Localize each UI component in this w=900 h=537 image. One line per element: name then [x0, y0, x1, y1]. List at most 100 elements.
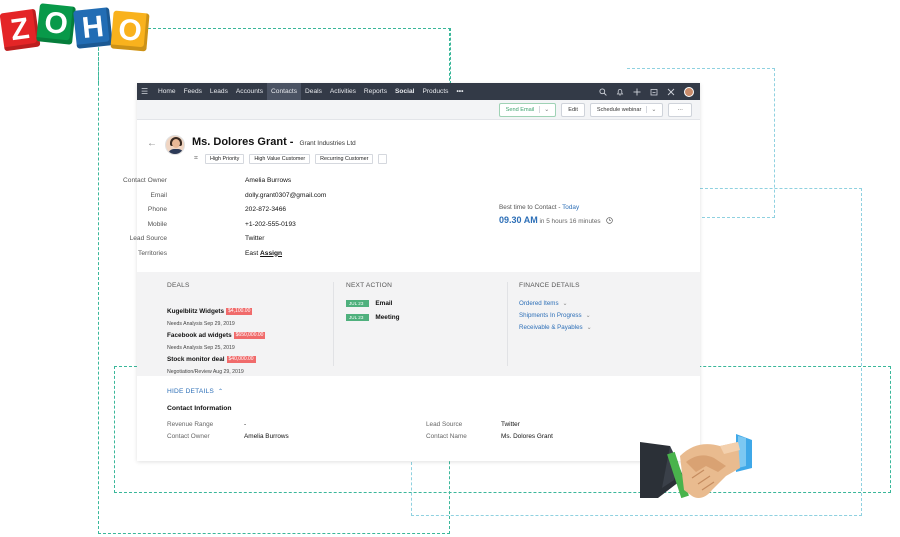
action-toolbar: Send Email ⌄ Edit Schedule webinar ⌄ ···	[137, 100, 700, 120]
next-action-label: Email	[375, 300, 393, 307]
field-value[interactable]: dolly.grant0307@gmail.com	[245, 192, 326, 199]
finance-ordered-items[interactable]: Ordered Items ⌄	[519, 300, 568, 307]
detail-revenue-range: Revenue Range -	[167, 421, 387, 428]
detail-label: Lead Source	[426, 421, 463, 428]
nav-more[interactable]: •••	[452, 83, 467, 100]
next-action-item[interactable]: JUL 23 Email	[346, 300, 392, 307]
field-label: Territories	[138, 249, 167, 257]
column-divider	[507, 282, 508, 366]
chevron-down-icon[interactable]: ⌄	[646, 106, 656, 113]
deal-name: Facebook ad widgets	[167, 332, 232, 339]
calendar-icon[interactable]	[650, 88, 658, 96]
zoho-logo: Z O H O	[0, 3, 152, 52]
add-tag-button[interactable]	[378, 154, 388, 164]
send-email-button[interactable]: Send Email ⌄	[498, 102, 557, 117]
nav-deals[interactable]: Deals	[301, 83, 326, 100]
schedule-webinar-button[interactable]: Schedule webinar ⌄	[589, 102, 664, 117]
field-value: East Assign	[245, 250, 282, 257]
top-navigation: ☰ Home Feeds Leads Accounts Contacts Dea…	[137, 83, 700, 100]
nav-home[interactable]: Home	[154, 83, 180, 100]
name-separator: -	[286, 136, 297, 148]
clock-icon	[606, 216, 613, 226]
detail-value: -	[244, 421, 247, 428]
territory-value: East	[245, 249, 259, 257]
hide-details-toggle[interactable]: HIDE DETAILS ⌃	[167, 388, 223, 395]
contact-name-title: Ms. Dolores Grant - Grant Industries Ltd	[192, 136, 356, 148]
tools-icon[interactable]	[667, 88, 675, 96]
tag-list: ⌗ High Priority High Value Customer Recu…	[194, 154, 388, 164]
field-value: Amelia Burrows	[245, 177, 292, 184]
finance-receivables[interactable]: Receivable & Payables ⌄	[519, 324, 592, 331]
best-time-time: 09.30 AM	[499, 215, 538, 225]
nav-feeds[interactable]: Feeds	[180, 83, 206, 100]
detail-value: Ms. Dolores Grant	[501, 433, 553, 440]
deal-amount-badge: $40,000.00	[226, 356, 256, 363]
nav-activities[interactable]: Activities	[326, 83, 360, 100]
date-badge: JUL 23	[346, 300, 370, 307]
schedule-webinar-label: Schedule webinar	[596, 106, 642, 113]
deal-amount-badge: $650,000.00	[233, 332, 266, 339]
bell-icon[interactable]	[616, 88, 624, 96]
column-divider	[333, 282, 334, 366]
chevron-down-icon: ⌄	[585, 313, 591, 319]
dashed-connector-bottom	[411, 462, 862, 516]
deal-item[interactable]: Kugelblitz Widgets $4,100.00 Needs Analys…	[167, 300, 253, 327]
chevron-up-icon: ⌃	[218, 389, 224, 395]
field-label: Lead Source	[129, 235, 167, 242]
field-value[interactable]: 202-872-3466	[245, 206, 286, 213]
search-icon[interactable]	[599, 87, 607, 96]
nav-products[interactable]: Products	[418, 83, 452, 100]
nav-accounts[interactable]: Accounts	[232, 83, 267, 100]
date-badge: JUL 23	[346, 314, 370, 321]
tag-high-priority[interactable]: High Priority	[204, 154, 245, 164]
detail-contact-owner: Contact Owner Amelia Burrows	[167, 433, 387, 440]
field-value: Twitter	[245, 235, 265, 242]
edit-button[interactable]: Edit	[561, 102, 585, 117]
tag-high-value-customer[interactable]: High Value Customer	[249, 154, 311, 164]
next-action-heading: NEXT ACTION	[346, 282, 393, 289]
best-time-to-contact: Best time to Contact - Today 09.30 AM in…	[499, 204, 613, 226]
send-email-label: Send Email	[505, 106, 535, 113]
dashed-connector-bottom-line	[411, 515, 862, 516]
deals-column: DEALS Kugelblitz Widgets $4,100.00 Needs …	[167, 282, 327, 375]
best-time-day: Today	[562, 204, 580, 211]
tag-icon[interactable]: ⌗	[194, 155, 198, 163]
field-label: Phone	[147, 206, 167, 213]
detail-value: Amelia Burrows	[244, 433, 289, 440]
field-label: Mobile	[147, 220, 167, 228]
more-options-button[interactable]: ···	[668, 102, 692, 117]
deal-item[interactable]: Facebook ad widgets $650,000.00 Needs Ana…	[167, 324, 266, 351]
best-time-value-row: 09.30 AM in 5 hours 16 minutes	[499, 215, 613, 226]
next-action-label: Meeting	[375, 314, 400, 321]
best-time-label-row: Best time to Contact - Today	[499, 204, 613, 211]
back-arrow-icon[interactable]: ←	[147, 138, 165, 149]
contact-company: Grant Industries Ltd	[299, 140, 356, 147]
chevron-down-icon: ⌄	[562, 301, 568, 307]
detail-value: Twitter	[501, 421, 520, 428]
deal-name: Stock monitor deal	[167, 356, 225, 363]
hamburger-icon[interactable]: ☰	[141, 87, 151, 96]
nav-contacts[interactable]: Contacts	[267, 83, 302, 100]
chevron-down-icon[interactable]: ⌄	[539, 106, 549, 113]
logo-tile-o1: O	[36, 3, 76, 45]
finance-shipments[interactable]: Shipments In Progress ⌄	[519, 312, 591, 319]
logo-tile-z: Z	[0, 8, 41, 52]
detail-label: Revenue Range	[167, 421, 214, 428]
assign-link[interactable]: Assign	[260, 250, 282, 257]
next-action-column: NEXT ACTION JUL 23 Email JUL 23 Meeting	[346, 282, 496, 342]
deal-stage: Negotiation/Review Aug 29, 2019	[167, 369, 244, 375]
detail-label: Contact Owner	[167, 433, 210, 440]
nav-social[interactable]: Social	[391, 83, 418, 100]
hide-details-label: HIDE DETAILS	[167, 388, 214, 395]
field-value[interactable]: +1-202-555-0193	[245, 221, 296, 228]
user-avatar[interactable]	[684, 86, 694, 97]
detail-contact-name: Contact Name Ms. Dolores Grant	[426, 433, 626, 440]
plus-icon[interactable]	[633, 88, 641, 96]
nav-right-icons	[599, 86, 700, 97]
detail-lead-source: Lead Source Twitter	[426, 421, 626, 428]
deal-item[interactable]: Stock monitor deal $40,000.00 Negotiation…	[167, 348, 256, 375]
tag-recurring-customer[interactable]: Recurring Customer	[315, 154, 374, 164]
nav-leads[interactable]: Leads	[206, 83, 232, 100]
nav-reports[interactable]: Reports	[360, 83, 391, 100]
next-action-item[interactable]: JUL 23 Meeting	[346, 314, 400, 321]
